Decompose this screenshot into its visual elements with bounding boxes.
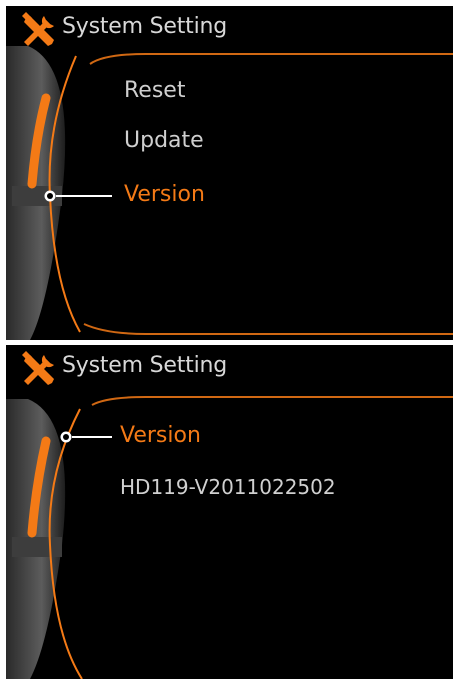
dial-frame — [6, 396, 453, 679]
wrench-screwdriver-icon — [22, 351, 54, 385]
screen-header: System Setting — [6, 345, 453, 389]
system-setting-menu-screen: System Setting Reset Update Version — [6, 6, 453, 340]
screen-header: System Setting — [6, 6, 453, 50]
dial-frame — [6, 46, 453, 340]
menu-item-update[interactable]: Update — [124, 128, 204, 153]
menu-item-version[interactable]: Version — [124, 182, 205, 207]
selection-pointer-icon — [44, 190, 112, 202]
menu-item-version[interactable]: Version — [120, 423, 201, 448]
menu-item-reset[interactable]: Reset — [124, 78, 185, 103]
selection-pointer-icon — [60, 431, 112, 443]
screen-title: System Setting — [62, 353, 228, 378]
version-number: HD119-V2011022502 — [120, 475, 336, 499]
screen-title: System Setting — [62, 14, 228, 39]
wrench-screwdriver-icon — [22, 12, 54, 46]
version-info-screen: System Setting Version HD119-V2011022502 — [6, 345, 453, 679]
